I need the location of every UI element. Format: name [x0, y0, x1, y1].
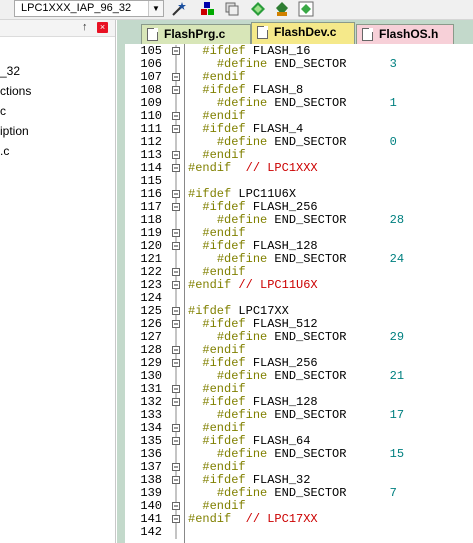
toolbar: LPC1XXX_IAP_96_32 ▼: [0, 0, 473, 20]
fold-marker-icon[interactable]: [169, 422, 183, 435]
diamond-icon[interactable]: [274, 1, 290, 17]
code-line[interactable]: 121 #define END_SECTOR 24: [125, 253, 473, 266]
load-icon[interactable]: [200, 1, 216, 17]
code-line[interactable]: 124: [125, 292, 473, 305]
file-icon: [362, 28, 373, 41]
tab-label: FlashDev.c: [274, 25, 337, 39]
fold-marker-icon[interactable]: [169, 123, 183, 136]
pin-icon[interactable]: ↑: [82, 21, 88, 33]
fold-marker-icon[interactable]: [169, 318, 183, 331]
file-icon: [257, 26, 268, 39]
fold-marker-icon[interactable]: [169, 149, 183, 162]
fold-line: [169, 448, 183, 461]
panel-header: ↑ ×: [0, 20, 115, 37]
code-line[interactable]: 141 #endif // LPC17XX: [125, 513, 473, 526]
fold-marker-icon[interactable]: [169, 435, 183, 448]
download-icon[interactable]: [250, 1, 266, 17]
fold-marker-icon[interactable]: [169, 227, 183, 240]
code-line[interactable]: 106 #define END_SECTOR 3: [125, 58, 473, 71]
fold-marker-icon[interactable]: [169, 45, 183, 58]
code-line[interactable]: 123 #endif // LPC11U6X: [125, 279, 473, 292]
translate-icon[interactable]: [224, 1, 240, 17]
project-panel: ↑ × _32 ctions c iption .c: [0, 20, 116, 543]
fold-marker-icon[interactable]: [169, 279, 183, 292]
fold-line: [169, 97, 183, 110]
panel-item[interactable]: _32: [0, 64, 20, 78]
fold-marker-icon[interactable]: [169, 474, 183, 487]
fold-marker-icon[interactable]: [169, 396, 183, 409]
fold-line: [169, 409, 183, 422]
fold-marker-icon[interactable]: [169, 240, 183, 253]
fold-marker-icon[interactable]: [169, 266, 183, 279]
fold-line: [169, 487, 183, 500]
configure-icon[interactable]: [298, 1, 314, 17]
panel-item[interactable]: c: [0, 104, 6, 118]
fold-line: [169, 136, 183, 149]
fold-marker-icon[interactable]: [169, 344, 183, 357]
line-number: 142: [140, 525, 162, 539]
tab-label: FlashOS.h: [379, 27, 439, 41]
code-line[interactable]: 136 #define END_SECTOR 15: [125, 448, 473, 461]
fold-marker-icon[interactable]: [169, 513, 183, 526]
code-line[interactable]: 127 #define END_SECTOR 29: [125, 331, 473, 344]
fold-marker-icon[interactable]: [169, 162, 183, 175]
fold-marker-icon[interactable]: [169, 110, 183, 123]
fold-marker-icon[interactable]: [169, 383, 183, 396]
tab-flashprg[interactable]: FlashPrg.c: [141, 24, 251, 44]
target-select-value: LPC1XXX_IAP_96_32: [21, 2, 132, 14]
tab-flashos[interactable]: FlashOS.h: [356, 24, 454, 44]
fold-line: [169, 526, 183, 539]
file-icon: [147, 28, 158, 41]
fold-marker-icon[interactable]: [169, 500, 183, 513]
target-select[interactable]: LPC1XXX_IAP_96_32 ▼: [14, 0, 164, 17]
code-text: #endif // LPC17XX: [188, 512, 318, 526]
code-line[interactable]: 130 #define END_SECTOR 21: [125, 370, 473, 383]
magic-wand-icon[interactable]: [170, 1, 186, 17]
fold-marker-icon[interactable]: [169, 84, 183, 97]
fold-marker-icon[interactable]: [169, 71, 183, 84]
fold-line: [169, 370, 183, 383]
code-line[interactable]: 142: [125, 526, 473, 539]
tab-flashdev[interactable]: FlashDev.c: [251, 22, 355, 44]
code-line[interactable]: 112 #define END_SECTOR 0: [125, 136, 473, 149]
code-line[interactable]: 139 #define END_SECTOR 7: [125, 487, 473, 500]
fold-line: [169, 58, 183, 71]
editor-area: FlashPrg.c FlashDev.c FlashOS.h 105 #ifd…: [117, 20, 473, 543]
fold-marker-icon[interactable]: [169, 188, 183, 201]
fold-line: [169, 175, 183, 188]
fold-marker-icon[interactable]: [169, 305, 183, 318]
panel-item[interactable]: iption: [0, 124, 29, 138]
panel-item[interactable]: .c: [0, 144, 9, 158]
fold-marker-icon[interactable]: [169, 461, 183, 474]
fold-marker-icon[interactable]: [169, 357, 183, 370]
code-text: #endif // LPC1XXX: [188, 161, 318, 175]
fold-line: [169, 253, 183, 266]
fold-line: [169, 214, 183, 227]
tab-label: FlashPrg.c: [164, 27, 226, 41]
code-line[interactable]: 115: [125, 175, 473, 188]
code-line[interactable]: 109 #define END_SECTOR 1: [125, 97, 473, 110]
close-icon[interactable]: ×: [97, 22, 108, 33]
fold-line: [169, 331, 183, 344]
fold-marker-icon[interactable]: [169, 201, 183, 214]
chevron-down-icon[interactable]: ▼: [148, 1, 163, 16]
code-text: #endif // LPC11U6X: [188, 278, 318, 292]
panel-item[interactable]: ctions: [0, 84, 31, 98]
code-editor[interactable]: 105 #ifdef FLASH_16 106 #define END_SECTO…: [125, 44, 473, 543]
code-line[interactable]: 118 #define END_SECTOR 28: [125, 214, 473, 227]
fold-line: [169, 292, 183, 305]
code-line[interactable]: 114 #endif // LPC1XXX: [125, 162, 473, 175]
code-line[interactable]: 133 #define END_SECTOR 17: [125, 409, 473, 422]
